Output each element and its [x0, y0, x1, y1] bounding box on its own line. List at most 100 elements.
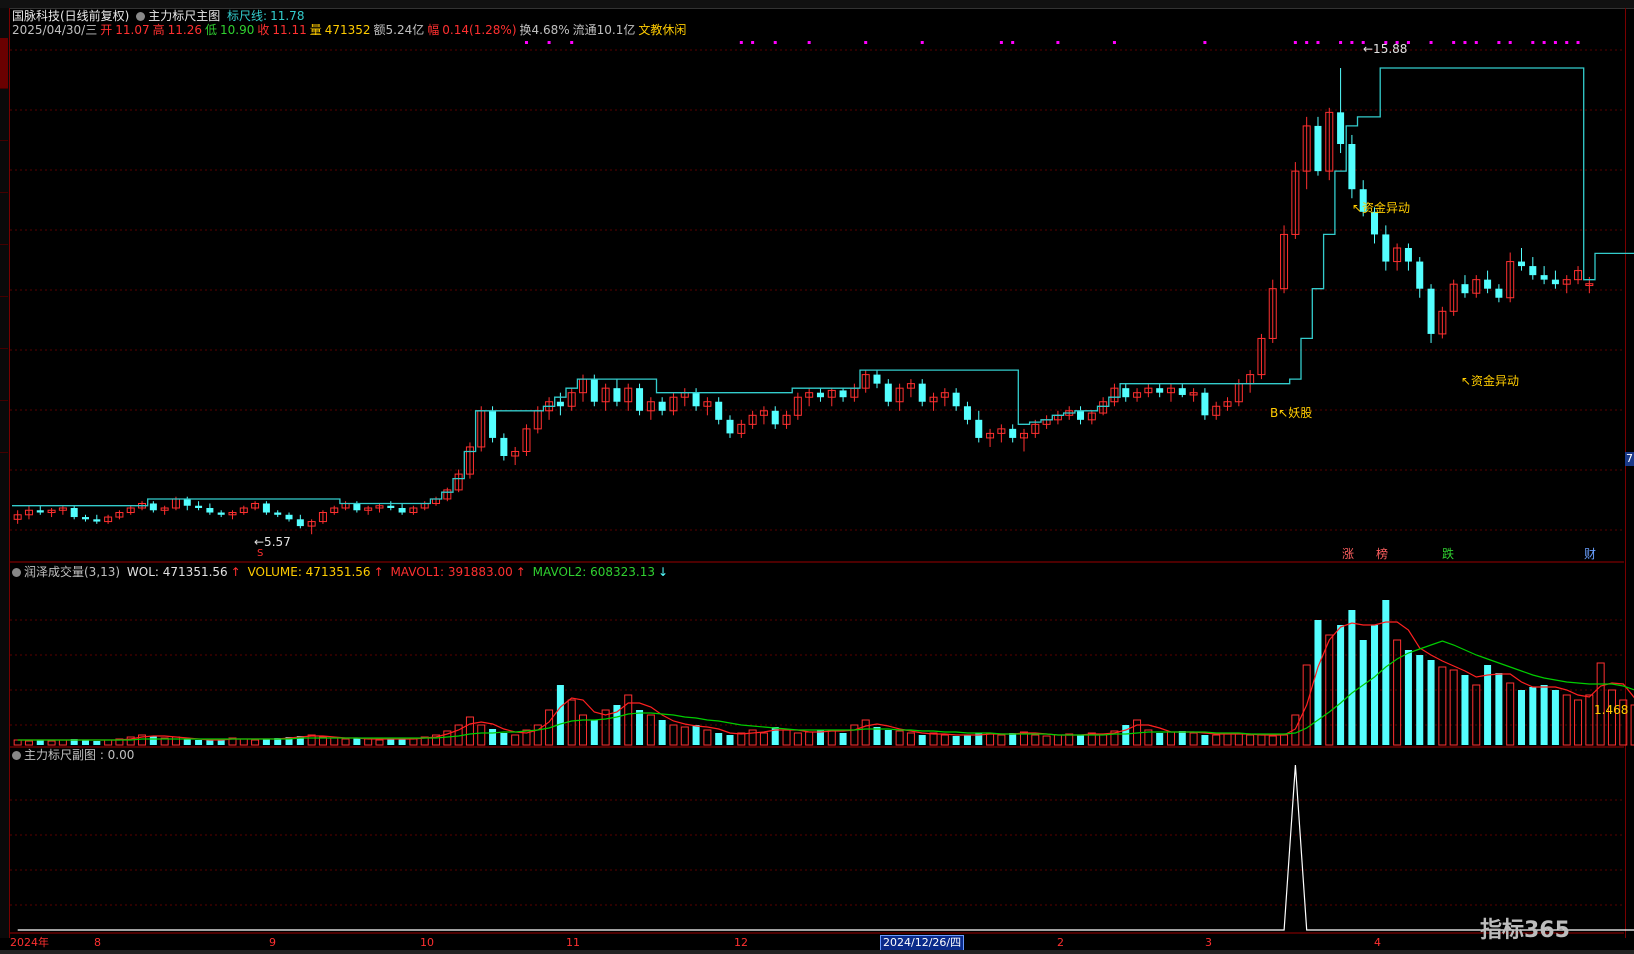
candle-body	[918, 383, 926, 402]
candle-body	[285, 514, 293, 520]
candle-body	[1540, 275, 1548, 280]
bottom-indicator-tabs	[0, 950, 1634, 954]
float-value: 流通10.1亿	[572, 23, 636, 37]
candle-body	[70, 508, 78, 518]
volume-bar	[895, 730, 904, 746]
candle-body	[613, 388, 621, 402]
ruler-value: 11.78	[270, 9, 305, 23]
volume-bar	[963, 735, 971, 745]
volume-bar	[1348, 610, 1356, 745]
vol-label: 量	[309, 23, 322, 37]
sector-link[interactable]: 文教休闲	[638, 23, 686, 37]
volume-bar	[873, 727, 881, 745]
candle-body	[274, 512, 282, 515]
signal-dot	[1011, 41, 1015, 44]
signal-dot	[1350, 41, 1354, 44]
magenta-signal-dots	[524, 41, 1580, 44]
volume-bar	[1314, 620, 1322, 745]
signal-dot	[524, 41, 528, 44]
signal-dot	[751, 41, 755, 44]
volume-bar	[805, 731, 814, 746]
ruler-label: 标尺线:	[227, 9, 268, 23]
sub-header: 主力标尺副图 : 0.00	[12, 748, 137, 762]
volume-bar	[1529, 687, 1537, 745]
tag-rise[interactable]: 涨	[1342, 547, 1354, 561]
volume-bar	[782, 729, 791, 746]
time-axis-label: 12	[734, 936, 748, 949]
sub-gear-icon[interactable]	[12, 751, 21, 760]
volume-bar	[195, 740, 203, 745]
volume-bar	[1574, 699, 1583, 746]
open-label: 开	[100, 23, 113, 37]
candle-body	[1495, 288, 1503, 298]
low-label: 低	[204, 23, 217, 37]
volume-bar	[726, 735, 734, 745]
volume-bar	[262, 739, 270, 745]
main-title-row: 国脉科技(日线前复权) 主力标尺主图 标尺线: 11.78	[12, 9, 307, 23]
volume-bar	[47, 740, 56, 746]
candle-body	[1009, 428, 1017, 438]
volume-bar	[465, 716, 474, 746]
candle-body	[726, 419, 734, 434]
volume-bar	[997, 734, 1006, 746]
high-price-label: ←15.88	[1363, 42, 1408, 56]
volume-bar	[861, 719, 870, 746]
volume-bar	[1053, 734, 1062, 746]
volume-bar	[906, 732, 915, 746]
volume-bar	[1201, 735, 1209, 745]
volume-bar	[149, 736, 157, 745]
volume-bar	[1280, 734, 1289, 746]
sub-indicator-name[interactable]: 主力标尺副图 : 0.00	[24, 748, 134, 762]
signal-dot	[1293, 41, 1297, 44]
tag-board[interactable]: 榜	[1376, 547, 1388, 561]
signal-dot	[1497, 41, 1501, 44]
signal-dot	[1463, 41, 1467, 44]
time-axis-label: 2	[1057, 936, 1064, 949]
candle-body	[1416, 261, 1424, 289]
volume-bar	[1438, 666, 1447, 746]
candle-body	[353, 503, 361, 511]
volume-bar	[1178, 731, 1186, 745]
volume-bar	[24, 740, 33, 746]
volume-bar	[183, 739, 191, 745]
candle-body	[217, 512, 225, 515]
volume-gear-icon[interactable]	[12, 568, 21, 577]
candle-body	[975, 419, 983, 438]
volume-header: 润泽成交量(3,13) WOL: 471351.56 ↑ VOLUME: 4713…	[12, 565, 671, 579]
tag-fall[interactable]: 跌	[1442, 547, 1454, 561]
volume-bar	[1189, 732, 1198, 746]
volume-bar	[1506, 682, 1515, 746]
indicator-name[interactable]: 主力标尺主图	[148, 9, 220, 23]
volume-bar	[940, 734, 949, 746]
volume-bar	[500, 733, 508, 745]
signal-dot	[1112, 41, 1116, 44]
time-axis-label: 9	[269, 936, 276, 949]
indicator-gear-icon[interactable]	[136, 12, 146, 21]
volume-bar	[1472, 684, 1481, 746]
tag-finance[interactable]: 财	[1584, 547, 1596, 561]
signal-dot	[999, 41, 1003, 44]
volume-bar	[511, 734, 520, 746]
volume-bar	[1607, 689, 1616, 746]
volume-bar	[703, 729, 712, 746]
volume-bar	[590, 720, 598, 745]
volume-bar	[104, 739, 113, 746]
capital-anomaly-label-1: ↖资金异动	[1352, 201, 1411, 215]
volume-bar	[715, 733, 723, 745]
mavol1-line	[17, 621, 1634, 741]
candle-body	[963, 406, 971, 420]
signal-dot	[1565, 41, 1569, 44]
volume-bar	[1257, 734, 1266, 746]
volume-bar	[81, 740, 90, 745]
candle-body	[839, 390, 847, 398]
wol-value: WOL: 471351.56	[126, 565, 228, 579]
signal-dot	[1203, 41, 1207, 44]
volume-bar	[1393, 639, 1402, 746]
volume-bar	[692, 725, 700, 745]
volume-right-value: 1.468	[1594, 703, 1629, 717]
volume-indicator-name[interactable]: 润泽成交量(3,13)	[24, 565, 120, 579]
volume-bar	[1337, 625, 1345, 745]
signal-dot	[864, 41, 868, 44]
mavol1-value: MAVOL1: 391883.00	[390, 565, 513, 579]
candle-body	[1314, 125, 1322, 172]
